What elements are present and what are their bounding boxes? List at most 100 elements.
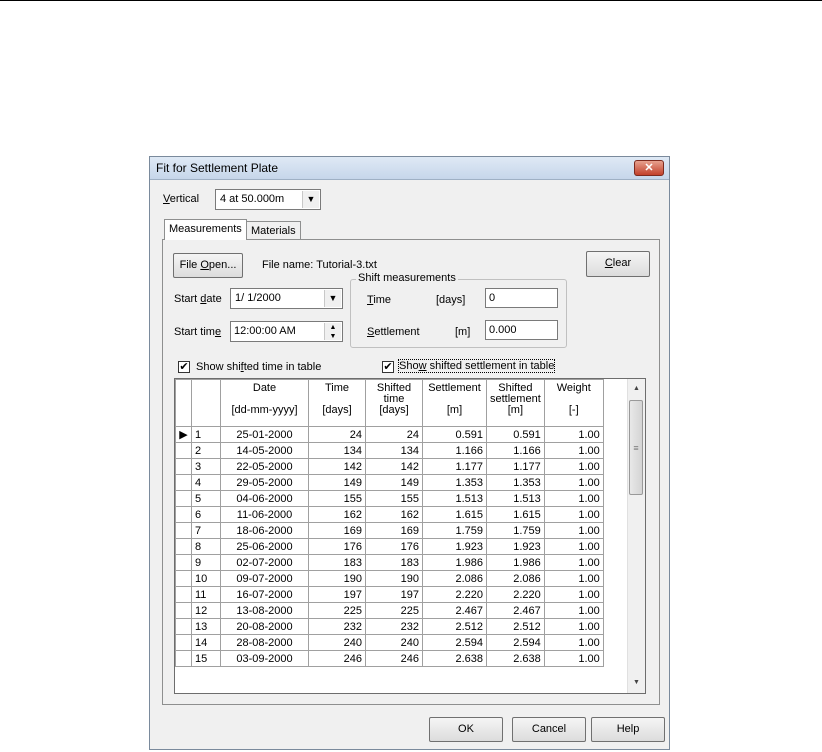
cell-shifted-time[interactable]: 225	[365, 602, 423, 619]
table-row[interactable]: 4 29-05-2000 149 149 1.353 1.353 1.00	[175, 474, 611, 491]
cell-shifted-settlement[interactable]: 1.615	[486, 506, 545, 523]
cell-time[interactable]: 176	[308, 538, 366, 555]
table-row[interactable]: ▶ 1 25-01-2000 24 24 0.591 0.591 1.00	[175, 426, 611, 443]
start-date-picker[interactable]: 1/ 1/2000 ▼	[230, 288, 343, 309]
cell-shifted-time[interactable]: 149	[365, 474, 423, 491]
measurements-table[interactable]: Date [dd-mm-yyyy] Time [days] Shifted time[…	[174, 378, 646, 694]
table-row[interactable]: 12 13-08-2000 225 225 2.467 2.467 1.00	[175, 602, 611, 619]
show-shifted-settlement-label[interactable]: Show shifted settlement in table	[397, 359, 556, 373]
cell-row-number[interactable]: 5	[191, 490, 221, 507]
column-header-shifted-time[interactable]: Shifted time [days]	[365, 379, 423, 427]
cancel-button[interactable]: Cancel	[512, 717, 586, 742]
cell-shifted-settlement[interactable]: 1.759	[486, 522, 545, 539]
chevron-down-icon[interactable]: ▼	[324, 290, 341, 307]
column-header-time[interactable]: Time [days]	[308, 379, 366, 427]
cell-settlement[interactable]: 1.513	[422, 490, 487, 507]
cell-time[interactable]: 134	[308, 442, 366, 459]
cell-settlement[interactable]: 2.512	[422, 618, 487, 635]
cell-date[interactable]: 03-09-2000	[220, 650, 309, 667]
cell-date[interactable]: 02-07-2000	[220, 554, 309, 571]
table-row[interactable]: 3 22-05-2000 142 142 1.177 1.177 1.00	[175, 458, 611, 475]
cell-weight[interactable]: 1.00	[543, 426, 604, 443]
tab-materials[interactable]: Materials	[246, 221, 301, 240]
cell-weight[interactable]: 1.00	[543, 474, 604, 491]
cell-shifted-settlement[interactable]: 1.986	[486, 554, 545, 571]
cell-time[interactable]: 240	[308, 634, 366, 651]
table-row[interactable]: 2 14-05-2000 134 134 1.166 1.166 1.00	[175, 442, 611, 459]
cell-time[interactable]: 183	[308, 554, 366, 571]
cell-time[interactable]: 142	[308, 458, 366, 475]
shift-time-input[interactable]: 0	[485, 288, 558, 308]
cell-shifted-time[interactable]: 183	[365, 554, 423, 571]
cell-date[interactable]: 04-06-2000	[220, 490, 309, 507]
cell-date[interactable]: 11-06-2000	[220, 506, 309, 523]
cell-settlement[interactable]: 1.177	[422, 458, 487, 475]
cell-shifted-settlement[interactable]: 1.923	[486, 538, 545, 555]
cell-weight[interactable]: 1.00	[543, 490, 604, 507]
cell-settlement[interactable]: 1.923	[422, 538, 487, 555]
cell-weight[interactable]: 1.00	[543, 570, 604, 587]
table-row[interactable]: 6 11-06-2000 162 162 1.615 1.615 1.00	[175, 506, 611, 523]
cell-row-number[interactable]: 13	[191, 618, 221, 635]
scroll-up-icon[interactable]: ▲	[628, 381, 645, 397]
cell-shifted-time[interactable]: 197	[365, 586, 423, 603]
cell-time[interactable]: 232	[308, 618, 366, 635]
scroll-down-icon[interactable]: ▼	[628, 675, 645, 691]
cell-time[interactable]: 190	[308, 570, 366, 587]
help-button[interactable]: Help	[591, 717, 665, 742]
column-header-date[interactable]: Date [dd-mm-yyyy]	[220, 379, 309, 427]
cell-row-number[interactable]: 12	[191, 602, 221, 619]
cell-shifted-settlement[interactable]: 1.513	[486, 490, 545, 507]
cell-shifted-settlement[interactable]: 2.467	[486, 602, 545, 619]
time-spinner[interactable]: ▲ ▼	[324, 323, 341, 340]
cell-weight[interactable]: 1.00	[543, 618, 604, 635]
cell-row-number[interactable]: 3	[191, 458, 221, 475]
cell-row-number[interactable]: 2	[191, 442, 221, 459]
vertical-select[interactable]: 4 at 50.000m ▼	[215, 189, 321, 210]
cell-shifted-settlement[interactable]: 1.177	[486, 458, 545, 475]
cell-shifted-time[interactable]: 24	[365, 426, 423, 443]
ok-button[interactable]: OK	[429, 717, 503, 742]
cell-date[interactable]: 22-05-2000	[220, 458, 309, 475]
cell-time[interactable]: 155	[308, 490, 366, 507]
cell-row-number[interactable]: 6	[191, 506, 221, 523]
cell-settlement[interactable]: 2.220	[422, 586, 487, 603]
cell-shifted-time[interactable]: 246	[365, 650, 423, 667]
column-header-weight[interactable]: Weight [-]	[543, 379, 604, 427]
cell-settlement[interactable]: 1.353	[422, 474, 487, 491]
shift-settlement-input[interactable]: 0.000	[485, 320, 558, 340]
table-row[interactable]: 8 25-06-2000 176 176 1.923 1.923 1.00	[175, 538, 611, 555]
cell-settlement[interactable]: 1.166	[422, 442, 487, 459]
table-row[interactable]: 14 28-08-2000 240 240 2.594 2.594 1.00	[175, 634, 611, 651]
cell-shifted-settlement[interactable]: 0.591	[486, 426, 545, 443]
cell-weight[interactable]: 1.00	[543, 554, 604, 571]
cell-time[interactable]: 169	[308, 522, 366, 539]
cell-settlement[interactable]: 1.615	[422, 506, 487, 523]
cell-time[interactable]: 24	[308, 426, 366, 443]
cell-shifted-time[interactable]: 134	[365, 442, 423, 459]
cell-time[interactable]: 246	[308, 650, 366, 667]
cell-date[interactable]: 29-05-2000	[220, 474, 309, 491]
cell-shifted-time[interactable]: 232	[365, 618, 423, 635]
cell-shifted-settlement[interactable]: 2.594	[486, 634, 545, 651]
cell-weight[interactable]: 1.00	[543, 458, 604, 475]
cell-row-number[interactable]: 11	[191, 586, 221, 603]
cell-shifted-settlement[interactable]: 2.220	[486, 586, 545, 603]
cell-row-number[interactable]: 4	[191, 474, 221, 491]
table-row[interactable]: 7 18-06-2000 169 169 1.759 1.759 1.00	[175, 522, 611, 539]
cell-shifted-time[interactable]: 240	[365, 634, 423, 651]
cell-settlement[interactable]: 1.759	[422, 522, 487, 539]
cell-time[interactable]: 225	[308, 602, 366, 619]
close-icon[interactable]: ✕	[634, 160, 664, 176]
show-shifted-time-checkbox[interactable]: ✔	[178, 361, 190, 373]
cell-time[interactable]: 149	[308, 474, 366, 491]
spin-up-icon[interactable]: ▲	[325, 323, 341, 332]
cell-shifted-settlement[interactable]: 2.512	[486, 618, 545, 635]
cell-time[interactable]: 162	[308, 506, 366, 523]
cell-shifted-time[interactable]: 142	[365, 458, 423, 475]
table-row[interactable]: 11 16-07-2000 197 197 2.220 2.220 1.00	[175, 586, 611, 603]
cell-date[interactable]: 13-08-2000	[220, 602, 309, 619]
cell-weight[interactable]: 1.00	[543, 442, 604, 459]
cell-settlement[interactable]: 2.467	[422, 602, 487, 619]
clear-button[interactable]: Clear	[586, 251, 650, 277]
